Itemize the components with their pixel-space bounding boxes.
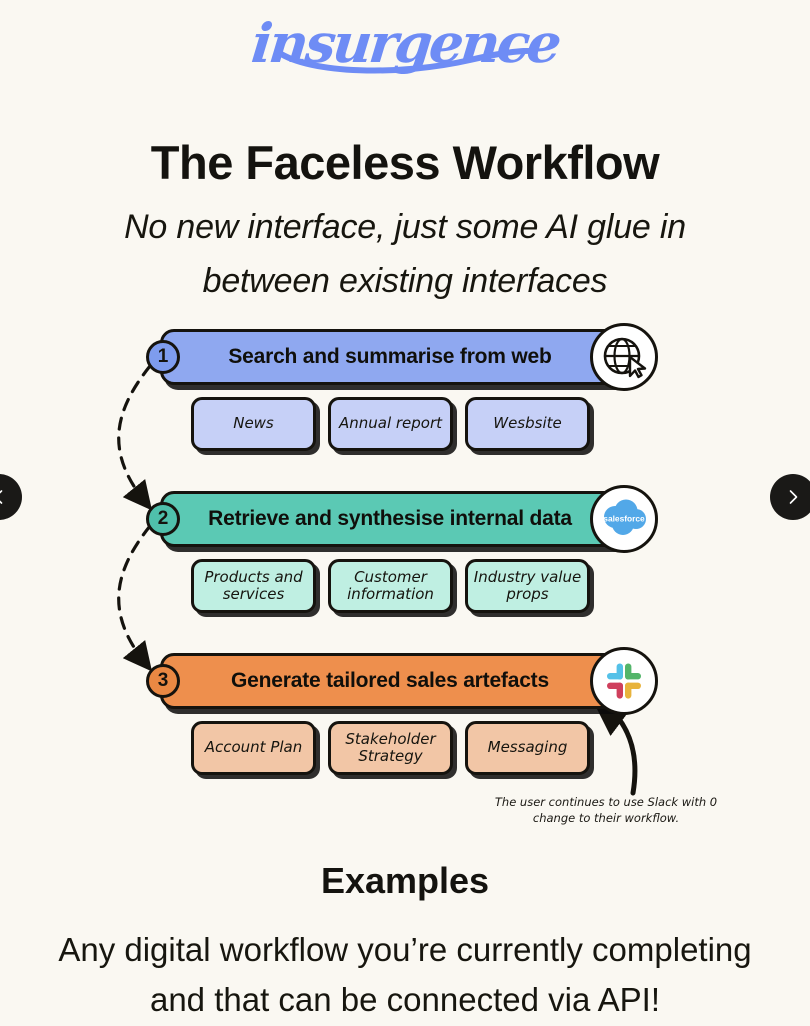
chip-stakeholder-strategy[interactable]: Stakeholder Strategy — [328, 720, 453, 775]
brand-logo[interactable]: insurgence — [0, 0, 810, 86]
step-1-number-badge: 1 — [146, 339, 180, 374]
step-2-chip-row: Products and services Customer informati… — [191, 558, 590, 613]
chip-annual-report[interactable]: Annual report — [328, 396, 453, 451]
step-3-chip-row: Account Plan Stakeholder Strategy Messag… — [191, 720, 590, 775]
page-title: The Faceless Workflow — [150, 136, 660, 189]
chip-industry-value-props[interactable]: Industry value props — [465, 558, 590, 613]
step-3-number-badge: 3 — [146, 663, 180, 698]
salesforce-icon: salesforce — [590, 484, 658, 553]
chip-website[interactable]: Wesbsite — [465, 396, 590, 451]
step-2-number: 2 — [157, 507, 169, 529]
chip-messaging[interactable]: Messaging — [465, 720, 590, 775]
step-1-number: 1 — [157, 345, 169, 367]
step-3-label: Generate tailored sales artefacts — [231, 668, 549, 692]
examples-body: Any digital workflow you’re currently co… — [58, 931, 752, 1019]
globe-cursor-icon — [590, 322, 658, 391]
slack-annotation-note: The user continues to use Slack with 0 c… — [494, 795, 718, 825]
examples-heading: Examples — [320, 860, 490, 901]
chip-products-and-services[interactable]: Products and services — [191, 558, 316, 613]
page-subtitle: No new interface, just some AI glue in b… — [124, 208, 686, 301]
chip-account-plan[interactable]: Account Plan — [191, 720, 316, 775]
workflow-step-3[interactable]: Generate tailored sales artefacts 3 — [146, 646, 658, 715]
step-1-bar[interactable]: Search and summarise from web — [160, 328, 630, 385]
workflow-step-1[interactable]: Search and summarise from web 1 — [146, 322, 658, 391]
chevron-right-icon — [789, 490, 798, 504]
chip-customer-information[interactable]: Customer information — [328, 558, 453, 613]
salesforce-wordmark: salesforce — [603, 513, 645, 523]
step-2-bar[interactable]: Retrieve and synthesise internal data — [160, 490, 630, 547]
step-2-number-badge: 2 — [146, 501, 180, 536]
carousel-next-button[interactable] — [770, 474, 810, 520]
chevron-left-icon — [0, 490, 3, 504]
slack-icon — [590, 646, 658, 715]
step-1-chip-row: News Annual report Wesbsite — [191, 396, 590, 451]
workflow-diagram: Search and summarise from web 1 News Ann… — [0, 321, 810, 841]
step-3-number: 3 — [157, 669, 169, 691]
chip-news[interactable]: News — [191, 396, 316, 451]
step-3-bar[interactable]: Generate tailored sales artefacts — [160, 652, 630, 709]
brand-logo-text: insurgence — [248, 11, 562, 75]
step-1-label: Search and summarise from web — [228, 344, 552, 368]
step-2-label: Retrieve and synthesise internal data — [208, 506, 572, 530]
workflow-step-2[interactable]: Retrieve and synthesise internal data 2 … — [146, 484, 658, 553]
